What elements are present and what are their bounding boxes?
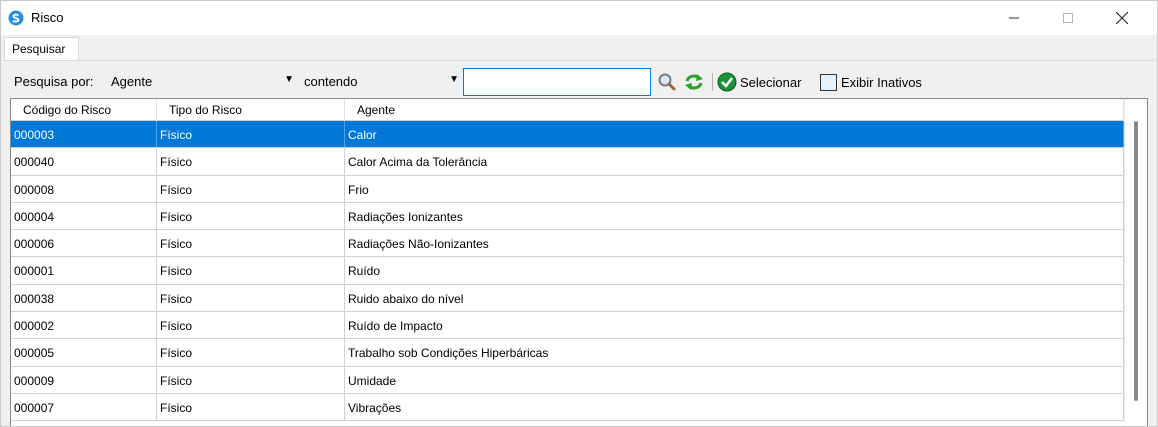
cell-codigo: 000001 bbox=[11, 257, 157, 284]
cell-tipo: Físico bbox=[157, 202, 345, 230]
cell-codigo: 000003 bbox=[11, 121, 157, 148]
table-row[interactable]: 000007 Físico Vibrações bbox=[11, 393, 1124, 422]
cell-codigo: 000040 bbox=[11, 148, 157, 175]
dropdown-arrow-icon: ▼ bbox=[284, 74, 294, 85]
cell-tipo: Físico bbox=[157, 148, 345, 175]
check-icon bbox=[717, 72, 737, 92]
cell-agente: Vibrações bbox=[345, 393, 1124, 421]
cell-tipo: Físico bbox=[157, 339, 345, 366]
table-row[interactable]: 000006 Físico Radiações Não-Ionizantes bbox=[11, 230, 1124, 258]
table-row[interactable]: 000002 Físico Ruído de Impacto bbox=[11, 312, 1124, 340]
search-operator-select[interactable]: contendo ▼ bbox=[299, 70, 465, 94]
search-input[interactable] bbox=[463, 68, 651, 96]
table-row[interactable]: 000008 Físico Frio bbox=[11, 175, 1124, 203]
dropdown-arrow-icon: ▼ bbox=[449, 74, 459, 85]
toolbar-separator bbox=[712, 73, 713, 91]
cell-agente: Radiações Ionizantes bbox=[345, 202, 1124, 230]
tab-panel-pesquisar: Pesquisa por: Agente ▼ contendo ▼ Seleci… bbox=[3, 60, 1155, 426]
minimize-icon bbox=[1009, 17, 1019, 19]
close-icon bbox=[1116, 12, 1128, 24]
cell-tipo: Físico bbox=[157, 230, 345, 257]
tab-pesquisar[interactable]: Pesquisar bbox=[4, 37, 79, 61]
table-row[interactable]: 000040 Físico Calor Acima da Tolerância bbox=[11, 148, 1124, 176]
cell-codigo: 000007 bbox=[11, 393, 157, 421]
cell-tipo: Físico bbox=[157, 175, 345, 202]
cell-tipo: Físico bbox=[157, 257, 345, 284]
column-header-tipo[interactable]: Tipo do Risco bbox=[157, 99, 345, 121]
app-icon bbox=[8, 10, 24, 26]
table-row[interactable]: 000001 Físico Ruído bbox=[11, 257, 1124, 285]
cell-tipo: Físico bbox=[157, 121, 345, 148]
table-row[interactable]: 000009 Físico Umidade bbox=[11, 366, 1124, 394]
cell-codigo: 000006 bbox=[11, 230, 157, 257]
search-icon[interactable] bbox=[657, 72, 677, 92]
tab-strip: Pesquisar bbox=[1, 35, 1157, 61]
cell-tipo: Físico bbox=[157, 366, 345, 393]
scrollbar-thumb[interactable] bbox=[1134, 121, 1138, 401]
cell-agente: Ruido abaixo do nível bbox=[345, 284, 1124, 312]
cell-agente: Calor Acima da Tolerância bbox=[345, 148, 1124, 175]
show-inactive-toggle[interactable]: Exibir Inativos bbox=[820, 71, 922, 93]
show-inactive-label: Exibir Inativos bbox=[841, 74, 922, 90]
cell-codigo: 000009 bbox=[11, 366, 157, 393]
cell-agente: Radiações Não-Ionizantes bbox=[345, 230, 1124, 257]
cell-agente: Frio bbox=[345, 175, 1124, 202]
cell-agente: Trabalho sob Condições Hiperbáricas bbox=[345, 339, 1124, 366]
grid-header: Código do Risco Tipo do Risco Agente bbox=[11, 99, 1124, 121]
show-inactive-checkbox[interactable] bbox=[820, 73, 837, 91]
column-header-agente[interactable]: Agente bbox=[345, 99, 1124, 121]
search-field-select[interactable]: Agente ▼ bbox=[106, 70, 300, 94]
select-button[interactable]: Selecionar bbox=[717, 71, 801, 93]
cell-agente: Ruído de Impacto bbox=[345, 312, 1124, 339]
cell-tipo: Físico bbox=[157, 284, 345, 312]
close-button[interactable] bbox=[1099, 1, 1145, 35]
cell-agente: Ruído bbox=[345, 257, 1124, 284]
table-row[interactable]: 000038 Físico Ruido abaixo do nível bbox=[11, 284, 1124, 313]
minimize-button[interactable] bbox=[991, 1, 1037, 35]
cell-agente: Umidade bbox=[345, 366, 1124, 393]
cell-codigo: 000038 bbox=[11, 284, 157, 312]
maximize-icon bbox=[1063, 13, 1073, 23]
cell-codigo: 000002 bbox=[11, 312, 157, 339]
cell-tipo: Físico bbox=[157, 312, 345, 339]
search-toolbar: Pesquisa por: Agente ▼ contendo ▼ Seleci… bbox=[3, 61, 1155, 97]
cell-agente: Calor bbox=[345, 121, 1124, 148]
column-header-codigo[interactable]: Código do Risco bbox=[11, 99, 157, 121]
maximize-button[interactable] bbox=[1045, 1, 1091, 35]
grid-rows: 000003 Físico Calor 000040 Físico Calor … bbox=[11, 121, 1124, 422]
cell-codigo: 000008 bbox=[11, 175, 157, 202]
vertical-scrollbar[interactable] bbox=[1124, 99, 1147, 426]
select-button-label: Selecionar bbox=[740, 74, 802, 90]
search-field-value: Agente bbox=[111, 74, 153, 89]
title-bar: Risco bbox=[1, 1, 1157, 35]
risco-window: Risco Pesquisar Pesquisa por: Agente ▼ c… bbox=[0, 0, 1158, 427]
table-row[interactable]: 000003 Físico Calor bbox=[11, 121, 1124, 149]
risk-grid[interactable]: Código do Risco Tipo do Risco Agente 000… bbox=[10, 98, 1148, 426]
table-row[interactable]: 000004 Físico Radiações Ionizantes bbox=[11, 202, 1124, 231]
cell-codigo: 000004 bbox=[11, 202, 157, 230]
search-operator-value: contendo bbox=[304, 74, 358, 89]
search-by-label: Pesquisa por: bbox=[14, 74, 94, 89]
cell-codigo: 000005 bbox=[11, 339, 157, 366]
refresh-icon[interactable] bbox=[684, 72, 704, 92]
table-row[interactable]: 000005 Físico Trabalho sob Condições Hip… bbox=[11, 339, 1124, 367]
window-title: Risco bbox=[31, 10, 64, 25]
cell-tipo: Físico bbox=[157, 393, 345, 421]
